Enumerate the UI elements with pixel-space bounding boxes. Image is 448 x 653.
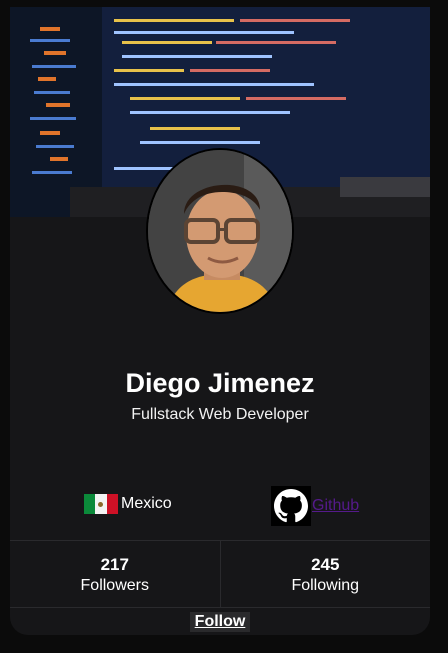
github-link-group: Github bbox=[271, 486, 359, 526]
follow-button[interactable]: Follow bbox=[190, 612, 250, 632]
followers-count: 217 bbox=[100, 555, 129, 574]
profile-card: Diego Jimenez Fullstack Web Developer Me… bbox=[10, 7, 430, 635]
stat-followers: 217 Followers bbox=[10, 541, 220, 607]
github-link[interactable]: Github bbox=[312, 497, 359, 515]
github-icon[interactable] bbox=[271, 486, 311, 526]
stat-following: 245 Following bbox=[219, 541, 431, 607]
followers-label: Followers bbox=[80, 577, 149, 594]
avatar-portrait bbox=[148, 150, 292, 312]
location-label: Mexico bbox=[121, 495, 172, 512]
mexico-flag-icon bbox=[84, 494, 118, 514]
following-count: 245 bbox=[311, 555, 340, 574]
avatar bbox=[146, 148, 294, 314]
stats-row: 217 Followers 245 Following bbox=[10, 540, 430, 608]
following-label: Following bbox=[291, 577, 360, 594]
profile-title: Fullstack Web Developer bbox=[131, 406, 309, 423]
location: Mexico bbox=[84, 494, 172, 514]
profile-name: Diego Jimenez bbox=[125, 368, 315, 398]
